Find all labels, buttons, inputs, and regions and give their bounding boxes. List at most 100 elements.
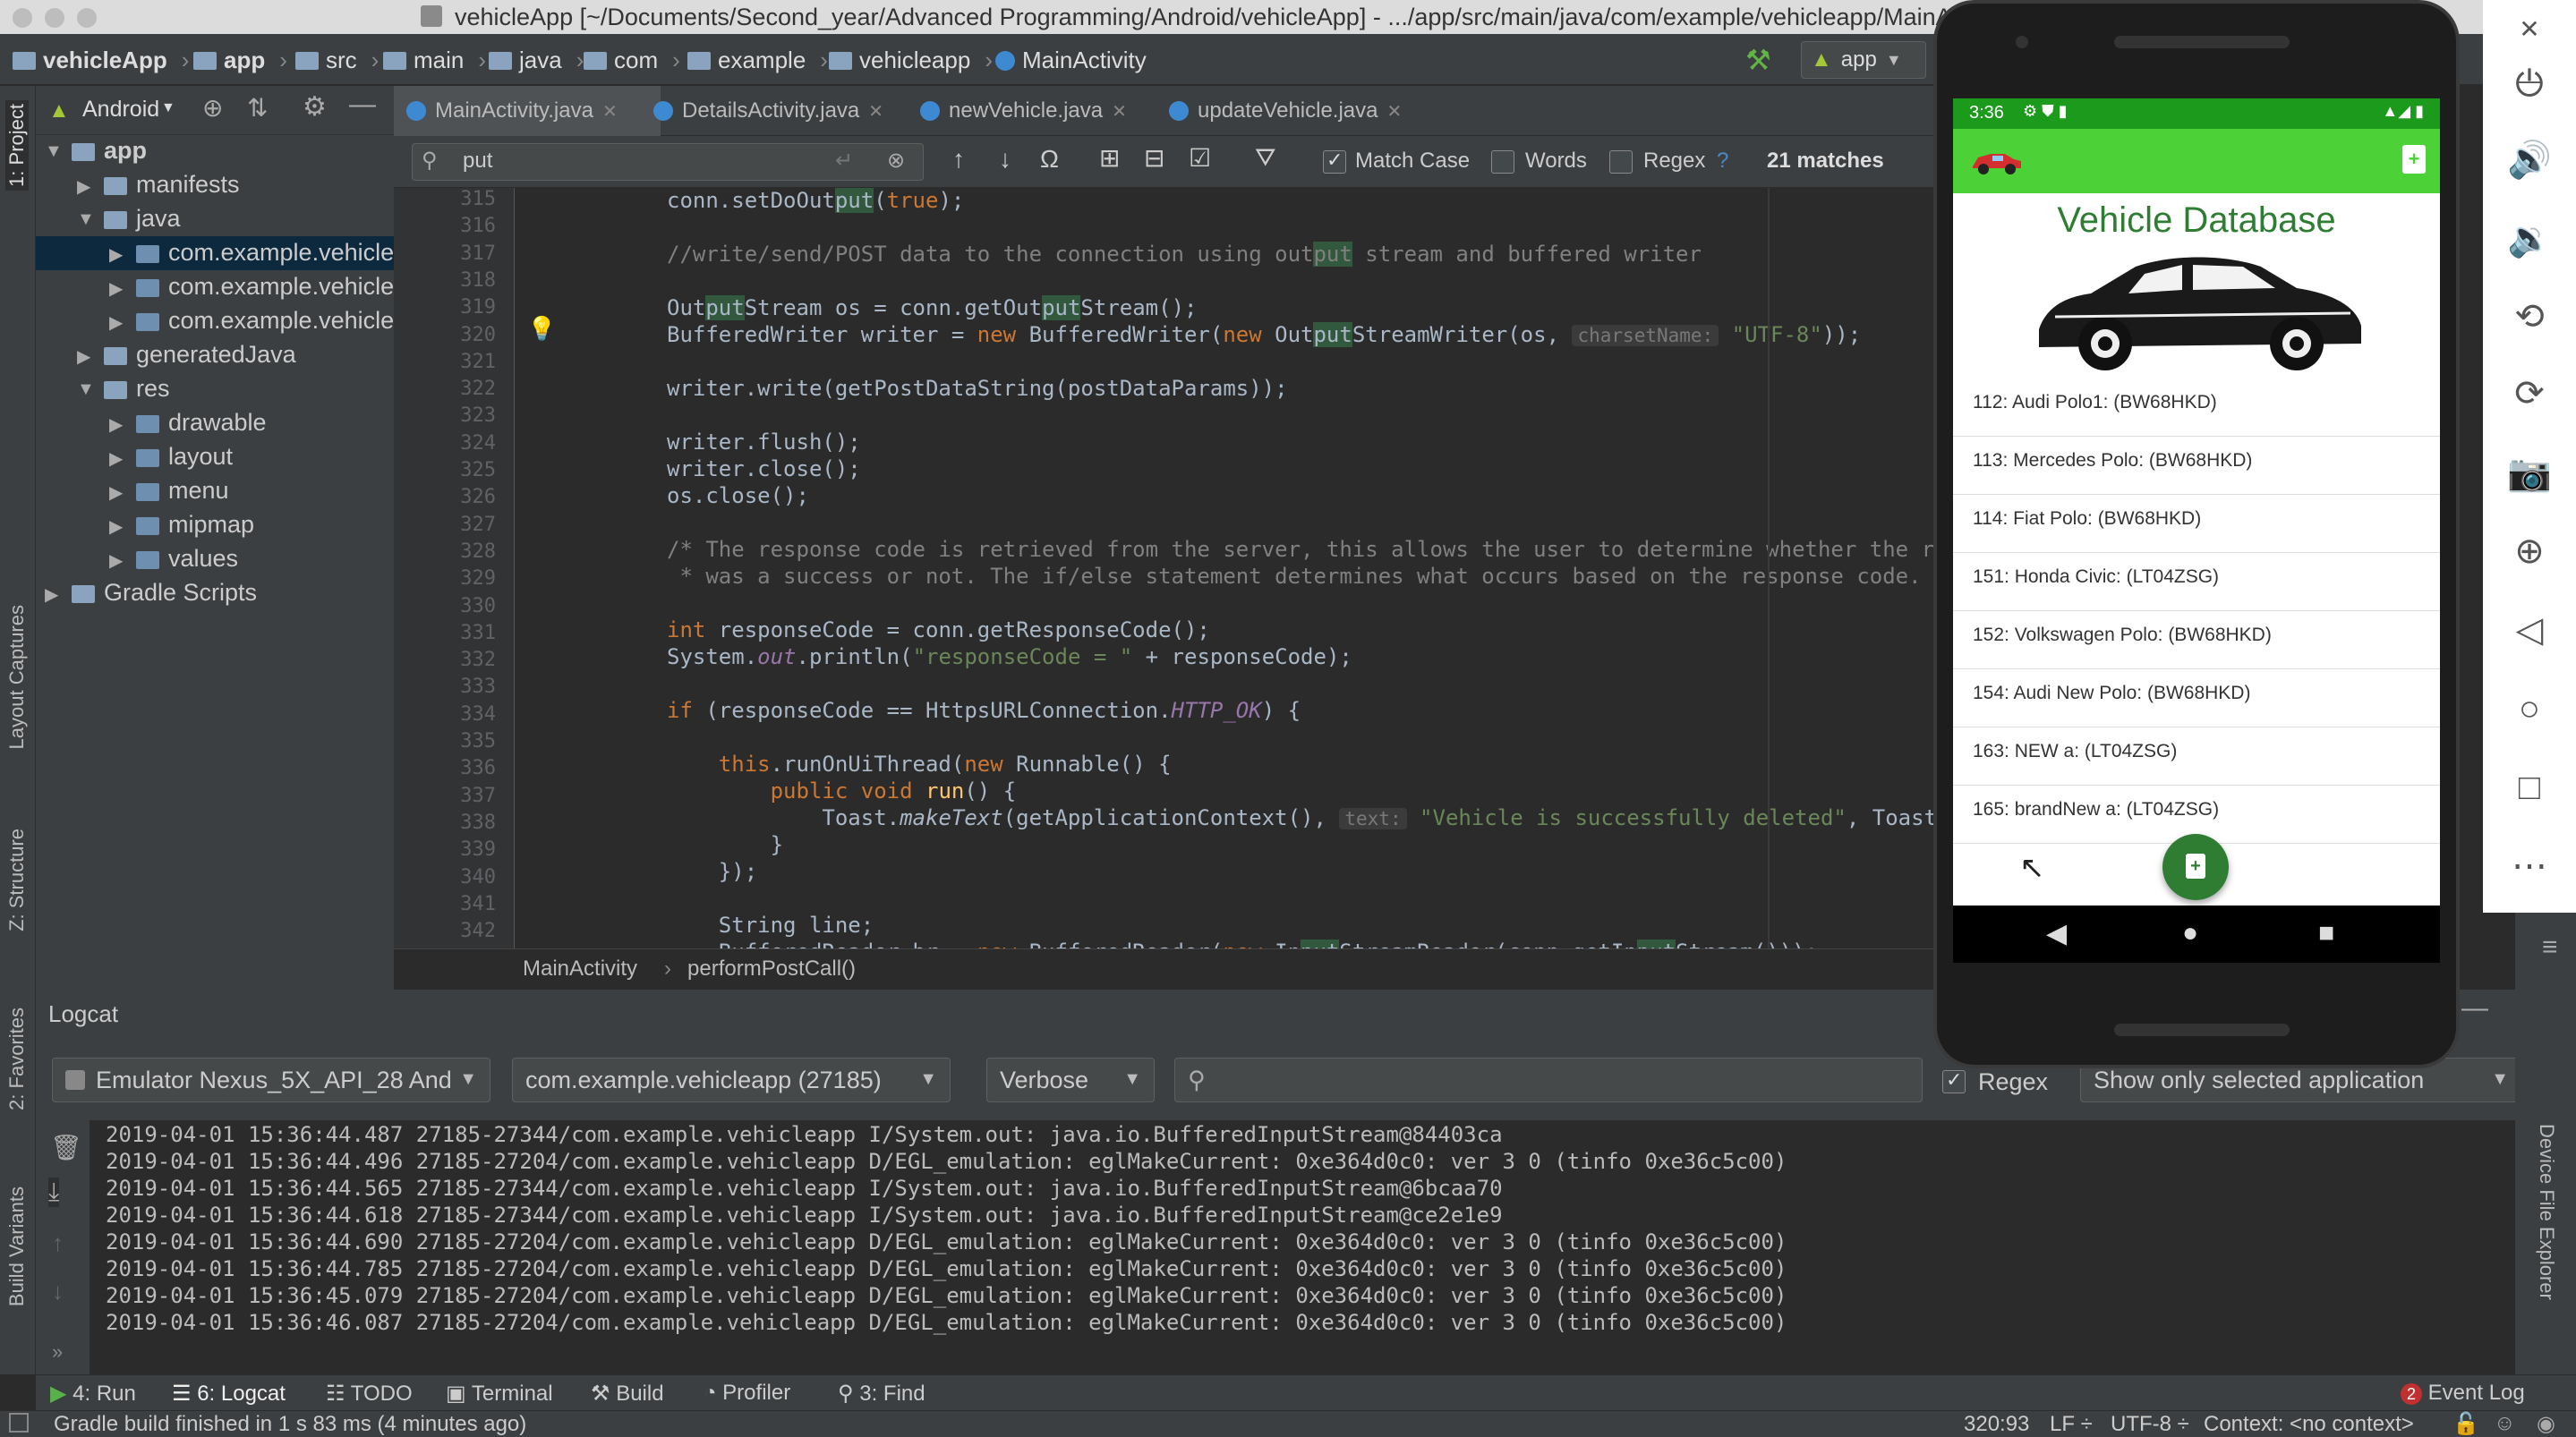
hammer-icon[interactable]: ⚒ — [1745, 43, 1771, 77]
emulator-screen[interactable]: 3:36 ⚙ ⛊ ▮ ▲◢ ▮ + Vehicle Database 112: … — [1953, 98, 2440, 906]
menu-icon[interactable]: ≡ — [2542, 932, 2558, 963]
rotate-right-icon[interactable]: ⟳ — [2504, 369, 2555, 419]
vehicle-list-item[interactable]: 163: NEW a: (LT04ZSG) — [1953, 728, 2440, 786]
tab-terminal[interactable]: ▣ Terminal — [446, 1381, 553, 1407]
crumb-project[interactable]: vehicleApp › — [13, 47, 189, 74]
log-level-select[interactable]: Verbose ▼ — [986, 1058, 1155, 1102]
add-selection-icon[interactable]: ⊞ — [1099, 143, 1120, 173]
breadcrumb-method[interactable]: performPostCall() — [687, 957, 856, 982]
add-document-icon[interactable]: + — [2402, 145, 2426, 174]
tab-logcat[interactable]: ☰ 6: Logcat — [172, 1381, 286, 1407]
chevron-down-icon[interactable]: ▼ — [77, 379, 95, 400]
tab-run[interactable]: ▶ 4: Run — [50, 1381, 136, 1407]
vehicle-list-item[interactable]: 114: Fiat Polo: (BW68HKD) — [1953, 496, 2440, 553]
clear-icon[interactable]: ⊗ — [887, 148, 905, 174]
close-icon[interactable]: ✕ — [2504, 4, 2555, 54]
tab-build[interactable]: ⚒ Build — [591, 1381, 664, 1407]
tree-item[interactable]: ▶ values — [36, 542, 394, 576]
chevron-right-icon[interactable]: ▶ — [109, 549, 123, 572]
log-regex-checkbox[interactable] — [1942, 1068, 1966, 1093]
gear-icon[interactable]: ⚙ — [303, 91, 327, 123]
close-icon[interactable]: ✕ — [868, 100, 883, 123]
tree-item[interactable]: ▶ generatedJava — [36, 338, 394, 372]
tree-item[interactable]: ▼ res — [36, 372, 394, 406]
find-input[interactable]: ⚲ put ↵ ⊗ — [412, 143, 924, 181]
crumb-java[interactable]: java › — [489, 47, 584, 74]
zoom-icon[interactable]: ⊕ — [2504, 526, 2555, 576]
power-icon[interactable]: ⏻ — [2504, 59, 2555, 109]
tab-updatevehicle[interactable]: updateVehicle.java ✕ — [1156, 86, 1463, 136]
maximize-window-icon[interactable] — [77, 8, 97, 28]
crumb-src[interactable]: src › — [295, 47, 379, 74]
select-all-icon[interactable]: Ω — [1040, 145, 1059, 174]
chevron-right-icon[interactable]: ▶ — [109, 413, 123, 436]
rotate-left-icon[interactable]: ⟲ — [2504, 292, 2555, 342]
toggle-panels-icon[interactable] — [9, 1413, 29, 1433]
close-icon[interactable]: ✕ — [1112, 100, 1127, 123]
home-icon[interactable]: ● — [2182, 918, 2198, 948]
lock-icon[interactable]: 🔓 — [2452, 1411, 2479, 1437]
chevron-down-icon[interactable]: ▼ — [77, 209, 95, 230]
tree-item[interactable]: ▶ Gradle Scripts — [36, 576, 394, 610]
tree-item[interactable]: ▶ layout — [36, 440, 394, 474]
crumb-app[interactable]: app › — [193, 47, 287, 74]
volume-down-icon[interactable]: 🔉 — [2504, 213, 2555, 263]
chevron-right-icon[interactable]: ▶ — [45, 583, 58, 606]
tree-item[interactable]: ▼ app — [36, 134, 394, 168]
chevron-right-icon[interactable]: ▶ — [77, 175, 90, 198]
help-icon[interactable]: ? — [1717, 149, 1728, 174]
tree-item[interactable]: ▼ java — [36, 202, 394, 236]
minimize-window-icon[interactable] — [45, 8, 64, 28]
vehicle-list-item[interactable]: 113: Mercedes Polo: (BW68HKD) — [1953, 438, 2440, 495]
crumb-mainactivity[interactable]: MainActivity — [995, 47, 1147, 74]
tree-item[interactable]: ▶ com.example.vehicleapp — [36, 270, 434, 304]
logcat-output[interactable]: 2019-04-01 15:36:44.487 27185-27344/com.… — [106, 1120, 2486, 1374]
hide-panel-icon[interactable]: — — [2461, 993, 2488, 1024]
back-icon[interactable]: ◀ — [2046, 918, 2067, 949]
chevron-right-icon[interactable]: ▶ — [77, 345, 90, 368]
more-icon[interactable]: » — [52, 1340, 63, 1364]
tab-mainactivity[interactable]: MainActivity.java ✕ — [394, 86, 661, 140]
next-match-icon[interactable]: ↓ — [999, 145, 1011, 174]
process-select[interactable]: com.example.vehicleapp (27185) ▼ — [512, 1058, 951, 1102]
recents-icon[interactable]: ■ — [2318, 918, 2334, 948]
run-config-select[interactable]: ▲ app ▼ — [1801, 41, 1926, 79]
caret-position[interactable]: 320:93 — [1964, 1412, 2029, 1437]
home-icon[interactable]: ○ — [2504, 684, 2555, 734]
tab-device-file-explorer[interactable]: Device File Explorer — [2535, 1124, 2558, 1300]
chevron-down-icon[interactable]: ▼ — [161, 100, 175, 116]
line-separator[interactable]: LF ÷ — [2050, 1412, 2093, 1437]
back-icon[interactable]: ◁ — [2504, 605, 2555, 655]
project-view-select[interactable]: Android — [82, 97, 159, 123]
remove-selection-icon[interactable]: ⊟ — [1144, 143, 1164, 173]
tab-todo[interactable]: ☷ TODO — [326, 1381, 413, 1407]
filter-icon[interactable]: ⛛ — [1255, 143, 1276, 173]
chevron-right-icon[interactable]: ▶ — [109, 447, 123, 470]
regex-checkbox[interactable] — [1609, 150, 1633, 174]
chevron-down-icon[interactable]: ▼ — [45, 141, 63, 162]
tab-newvehicle[interactable]: newVehicle.java ✕ — [908, 86, 1176, 136]
chevron-right-icon[interactable]: ▶ — [109, 515, 123, 538]
tab-structure[interactable]: Z: Structure — [5, 829, 29, 931]
collapse-icon[interactable]: ⇅ — [247, 93, 268, 123]
chevron-right-icon[interactable]: ▶ — [109, 243, 123, 266]
previous-match-icon[interactable]: ↑ — [952, 145, 965, 174]
close-icon[interactable]: ✕ — [602, 100, 618, 123]
tab-build-variants[interactable]: Build Variants — [5, 1186, 29, 1306]
tree-item[interactable]: ▶ com.example.vehicleapp — [36, 304, 434, 338]
vehicle-list-item[interactable]: 154: Audi New Polo: (BW68HKD) — [1953, 670, 2440, 727]
event-log-button[interactable]: 2 Event Log — [2401, 1381, 2525, 1406]
notifications-icon[interactable]: ◉ — [2537, 1411, 2555, 1437]
tree-item[interactable]: ▶ mipmap — [36, 508, 394, 542]
tab-detailsactivity[interactable]: DetailsActivity.java ✕ — [641, 86, 927, 136]
words-checkbox[interactable] — [1491, 150, 1514, 174]
vehicle-list-item[interactable]: 112: Audi Polo1: (BW68HKD) — [1953, 379, 2440, 437]
overview-icon[interactable]: □ — [2504, 762, 2555, 812]
breadcrumb-class[interactable]: MainActivity — [523, 957, 637, 982]
tree-item[interactable]: ▶ manifests — [36, 168, 394, 202]
hide-panel-icon[interactable]: — — [349, 89, 376, 120]
tree-item[interactable]: ▶ menu — [36, 474, 394, 508]
tab-favorites[interactable]: 2: Favorites — [5, 1008, 29, 1110]
scroll-to-end-icon[interactable]: ⤓ — [48, 1178, 60, 1207]
chevron-right-icon[interactable]: ▶ — [109, 481, 123, 504]
